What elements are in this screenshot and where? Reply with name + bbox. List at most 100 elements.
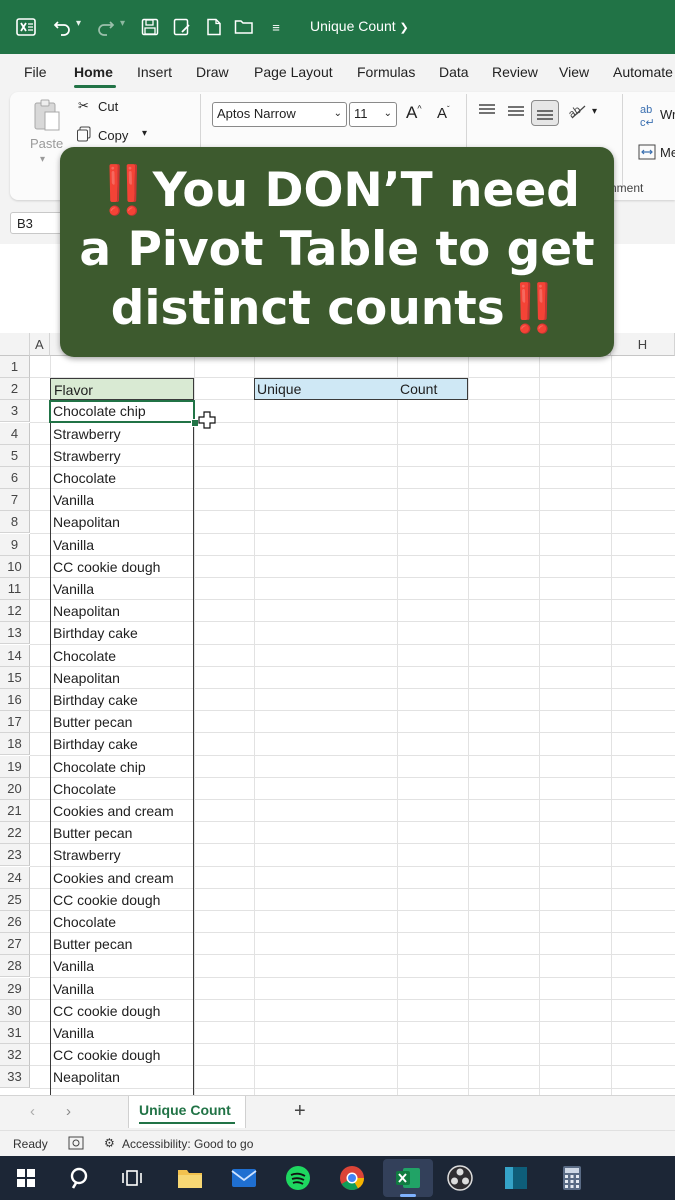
row-header[interactable]: 13 [0, 622, 30, 645]
scroll-sheets-right-icon[interactable]: › [66, 1103, 71, 1120]
undo-icon[interactable] [50, 15, 74, 39]
merge-center-icon[interactable] [638, 144, 656, 165]
chrome-icon[interactable] [336, 1162, 368, 1194]
row-header[interactable]: 25 [0, 888, 30, 911]
row-header[interactable]: 9 [0, 533, 30, 556]
align-bottom-button[interactable] [531, 100, 559, 126]
copy-icon[interactable] [76, 126, 92, 147]
select-all-corner[interactable] [0, 333, 30, 356]
tab-insert[interactable]: Insert [137, 64, 172, 80]
row-header[interactable]: 18 [0, 733, 30, 756]
new-file-icon[interactable] [202, 15, 226, 39]
customize-toolbar-icon[interactable]: ≡ [264, 15, 288, 39]
scroll-sheets-left-icon[interactable]: ‹ [30, 1103, 35, 1120]
row-header[interactable]: 11 [0, 578, 30, 600]
tab-formulas[interactable]: Formulas [357, 64, 415, 80]
paste-icon[interactable] [32, 98, 62, 137]
row-header[interactable]: 27 [0, 933, 30, 956]
windows-start-icon[interactable] [10, 1162, 42, 1194]
row-header[interactable]: 24 [0, 866, 30, 889]
redo-dropdown-icon[interactable]: ▾ [120, 18, 125, 29]
align-middle-icon[interactable] [507, 104, 525, 123]
worksheet-grid[interactable]: A G H 1234567891011121314151617181920212… [0, 333, 675, 1095]
tab-automate[interactable]: Automate [613, 64, 673, 80]
row-header[interactable]: 10 [0, 555, 30, 578]
save-as-icon[interactable] [170, 15, 194, 39]
add-sheet-button[interactable]: + [294, 1100, 306, 1123]
wrap-text-button[interactable]: Wr [660, 107, 675, 122]
undo-dropdown-icon[interactable]: ▾ [76, 18, 81, 29]
row-header[interactable]: 16 [0, 689, 30, 711]
row-header[interactable]: 31 [0, 1022, 30, 1044]
row-header[interactable]: 29 [0, 977, 30, 1000]
file-explorer-icon[interactable] [174, 1162, 206, 1194]
cut-icon[interactable]: ✂ [78, 98, 89, 114]
paste-dropdown-icon[interactable]: ▾ [40, 154, 45, 165]
orientation-icon[interactable]: ab [566, 101, 589, 126]
column-header-a[interactable]: A [30, 333, 50, 356]
row-header[interactable]: 2 [0, 378, 30, 401]
tab-draw[interactable]: Draw [196, 64, 229, 80]
tab-home[interactable]: Home [74, 64, 113, 80]
row-header[interactable]: 22 [0, 822, 30, 845]
row-header[interactable]: 20 [0, 777, 30, 800]
row-header[interactable]: 33 [0, 1066, 30, 1089]
copy-dropdown-icon[interactable]: ▾ [142, 128, 147, 139]
obs-icon[interactable] [444, 1162, 476, 1194]
tab-review[interactable]: Review [492, 64, 538, 80]
wrap-text-icon[interactable]: ab c↵ [640, 104, 655, 129]
paste-button[interactable]: Paste [30, 136, 63, 151]
column-header-h[interactable]: H [611, 333, 675, 356]
cut-button[interactable]: Cut [98, 99, 118, 114]
row-header[interactable]: 8 [0, 511, 30, 534]
orientation-dropdown-icon[interactable]: ▾ [592, 106, 597, 117]
increase-font-icon[interactable]: A^ [406, 103, 422, 123]
copy-button[interactable]: Copy [98, 128, 128, 143]
row-header[interactable]: 14 [0, 644, 30, 667]
row-header[interactable]: 23 [0, 844, 30, 867]
row-header[interactable]: 3 [0, 400, 30, 423]
document-title[interactable]: Unique Count ❯ [310, 18, 409, 34]
row-header[interactable]: 6 [0, 467, 30, 489]
row-header[interactable]: 32 [0, 1044, 30, 1067]
search-icon[interactable] [63, 1162, 95, 1194]
row-header[interactable]: 28 [0, 955, 30, 978]
font-name-select[interactable]: Aptos Narrow ⌄ [212, 102, 347, 127]
tab-view[interactable]: View [559, 64, 589, 80]
active-cell-selection[interactable] [49, 400, 195, 423]
teal-app-icon[interactable] [500, 1162, 532, 1194]
cell-e2-count-header[interactable]: Count [397, 378, 468, 400]
row-header[interactable]: 5 [0, 444, 30, 467]
tab-page-layout[interactable]: Page Layout [254, 64, 333, 80]
calculator-icon[interactable] [556, 1162, 588, 1194]
row-header[interactable]: 30 [0, 999, 30, 1022]
row-header[interactable]: 12 [0, 600, 30, 623]
merge-center-button[interactable]: Me [660, 145, 675, 160]
spotify-icon[interactable] [282, 1162, 314, 1194]
tab-data[interactable]: Data [439, 64, 469, 80]
open-folder-icon[interactable] [232, 15, 256, 39]
row-header[interactable]: 17 [0, 711, 30, 734]
accessibility-icon[interactable]: ⚙ [104, 1136, 115, 1150]
mail-icon[interactable] [228, 1162, 260, 1194]
tab-file[interactable]: File [24, 64, 47, 80]
font-size-select[interactable]: 11 ⌄ [349, 102, 397, 127]
sheet-tab-unique-count[interactable]: Unique Count [128, 1096, 246, 1128]
task-view-icon[interactable] [116, 1162, 148, 1194]
cell-b2-flavor-header[interactable]: Flavor [50, 378, 194, 400]
macro-record-icon[interactable] [68, 1136, 84, 1153]
decrease-font-icon[interactable]: Aˇ [437, 105, 450, 122]
save-icon[interactable] [138, 15, 162, 39]
cell-d2-unique-header[interactable]: Unique [254, 378, 397, 400]
row-header[interactable]: 26 [0, 911, 30, 933]
row-header[interactable]: 15 [0, 666, 30, 689]
row-header[interactable]: 21 [0, 800, 30, 822]
redo-icon[interactable] [94, 15, 118, 39]
row-header[interactable]: 19 [0, 755, 30, 778]
align-top-icon[interactable] [478, 104, 496, 123]
accessibility-status[interactable]: Accessibility: Good to go [122, 1137, 253, 1151]
row-header[interactable]: 1 [0, 356, 30, 378]
excel-taskbar-icon[interactable] [383, 1159, 433, 1197]
row-header[interactable]: 7 [0, 489, 30, 512]
row-header[interactable]: 4 [0, 422, 30, 445]
